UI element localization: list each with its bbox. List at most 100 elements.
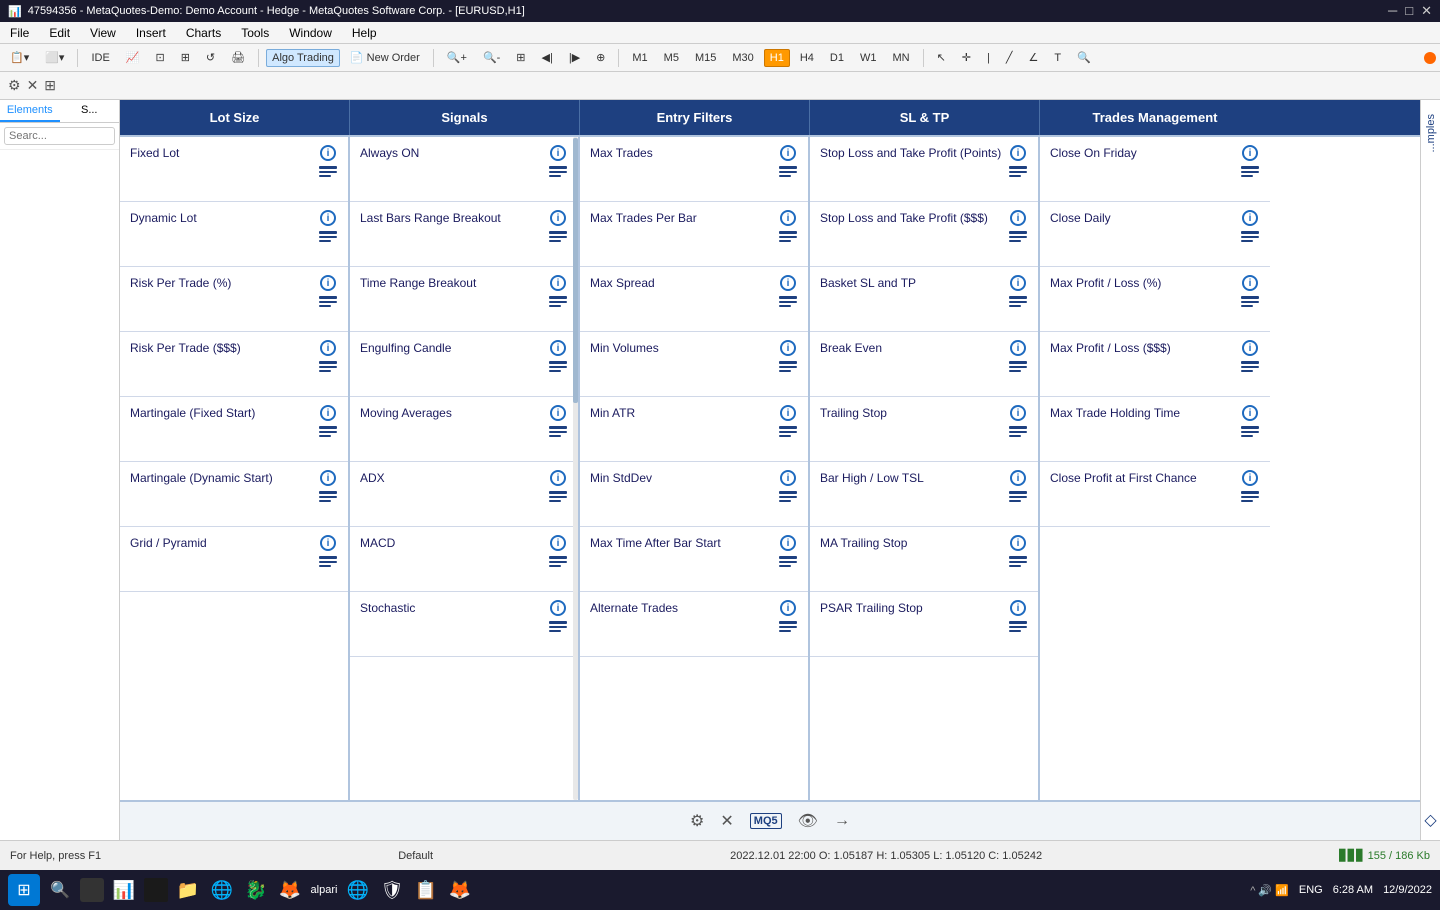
eye-bottom-icon[interactable]: 👁 xyxy=(798,811,818,831)
list-item[interactable]: Last Bars Range Breakout i xyxy=(350,202,578,267)
list-item[interactable]: Time Range Breakout i xyxy=(350,267,578,332)
list-item[interactable]: Risk Per Trade ($$$) i xyxy=(120,332,348,397)
settings-icon[interactable]: ⚙ xyxy=(8,77,21,94)
list-item[interactable]: Max Profit / Loss (%) i xyxy=(1040,267,1270,332)
samples-tab[interactable]: ...mples xyxy=(1423,110,1439,157)
list-item[interactable]: Dynamic Lot i xyxy=(120,202,348,267)
info-icon[interactable]: i xyxy=(550,210,566,226)
info-icon[interactable]: i xyxy=(550,340,566,356)
tab-elements[interactable]: Elements xyxy=(0,100,60,122)
info-icon[interactable]: i xyxy=(1242,275,1258,291)
info-icon[interactable]: i xyxy=(1242,470,1258,486)
info-icon[interactable]: i xyxy=(780,340,796,356)
list-item[interactable]: MA Trailing Stop i xyxy=(810,527,1038,592)
grid-btn[interactable]: ⊞ xyxy=(510,48,531,67)
list-item[interactable]: Moving Averages i xyxy=(350,397,578,462)
maximize-button[interactable]: □ xyxy=(1405,3,1413,19)
arrow-bottom-icon[interactable]: → xyxy=(834,812,850,830)
window-controls[interactable]: ─ □ ✕ xyxy=(1388,3,1432,19)
scroll-right-btn[interactable]: |▶ xyxy=(563,48,586,67)
tf-m5[interactable]: M5 xyxy=(658,49,685,67)
menu-view[interactable]: View xyxy=(86,24,120,42)
info-icon[interactable]: i xyxy=(1242,145,1258,161)
tf-w1[interactable]: W1 xyxy=(854,49,883,67)
grid2-icon[interactable]: ⊞ xyxy=(44,77,56,94)
zoom-out-btn[interactable]: 🔍- xyxy=(477,48,506,67)
info-icon[interactable]: i xyxy=(550,600,566,616)
info-icon[interactable]: i xyxy=(1242,340,1258,356)
split-icon[interactable]: ✕ xyxy=(27,77,39,94)
tf-m15[interactable]: M15 xyxy=(689,49,722,67)
info-icon[interactable]: i xyxy=(550,405,566,421)
split-bottom-icon[interactable]: ✕ xyxy=(720,811,733,831)
tf-h1[interactable]: H1 xyxy=(764,49,790,67)
list-item[interactable]: Close Daily i xyxy=(1040,202,1270,267)
angle-btn[interactable]: ∠ xyxy=(1022,48,1044,67)
menu-file[interactable]: File xyxy=(6,24,33,42)
list-item[interactable]: ADX i xyxy=(350,462,578,527)
info-icon[interactable]: i xyxy=(1010,210,1026,226)
refresh-btn[interactable]: ↺ xyxy=(200,48,221,67)
terminal-taskbar[interactable] xyxy=(144,878,168,902)
list-item[interactable]: Close On Friday i xyxy=(1040,137,1270,202)
list-item[interactable]: Min StdDev i xyxy=(580,462,808,527)
tf-m30[interactable]: M30 xyxy=(726,49,759,67)
info-icon[interactable]: i xyxy=(320,275,336,291)
search-input[interactable] xyxy=(4,127,115,145)
menu-tools[interactable]: Tools xyxy=(237,24,273,42)
info-icon[interactable]: i xyxy=(1010,340,1026,356)
list-item[interactable]: Min ATR i xyxy=(580,397,808,462)
list-item[interactable]: Martingale (Fixed Start) i xyxy=(120,397,348,462)
info-icon[interactable]: i xyxy=(550,145,566,161)
tf-m1[interactable]: M1 xyxy=(626,49,653,67)
tf-h4[interactable]: H4 xyxy=(794,49,820,67)
info-icon[interactable]: i xyxy=(320,470,336,486)
list-item[interactable]: MACD i xyxy=(350,527,578,592)
list-item[interactable]: Fixed Lot i xyxy=(120,137,348,202)
info-icon[interactable]: i xyxy=(1010,535,1026,551)
tf-d1[interactable]: D1 xyxy=(824,49,850,67)
info-icon[interactable]: i xyxy=(1010,470,1026,486)
info-icon[interactable]: i xyxy=(320,405,336,421)
menu-help[interactable]: Help xyxy=(348,24,381,42)
list-item[interactable]: PSAR Trailing Stop i xyxy=(810,592,1038,657)
new-chart-btn[interactable]: 📋▾ xyxy=(4,48,35,67)
list-item[interactable]: Close Profit at First Chance i xyxy=(1040,462,1270,527)
list-item[interactable]: Bar High / Low TSL i xyxy=(810,462,1038,527)
info-icon[interactable]: i xyxy=(780,210,796,226)
list-item[interactable]: Grid / Pyramid i xyxy=(120,527,348,592)
menu-insert[interactable]: Insert xyxy=(132,24,170,42)
settings-bottom-icon[interactable]: ⚙ xyxy=(690,811,704,831)
info-icon[interactable]: i xyxy=(780,470,796,486)
start-button[interactable]: ⊞ xyxy=(8,874,40,906)
cursor-btn[interactable]: ↖ xyxy=(931,48,952,67)
list-item[interactable]: Max Profit / Loss ($$$) i xyxy=(1040,332,1270,397)
info-icon[interactable]: i xyxy=(320,340,336,356)
info-icon[interactable]: i xyxy=(1010,145,1026,161)
list-item[interactable]: Min Volumes i xyxy=(580,332,808,397)
info-icon[interactable]: i xyxy=(550,275,566,291)
list-item[interactable]: Basket SL and TP i xyxy=(810,267,1038,332)
print-btn[interactable]: 🖨 xyxy=(225,48,251,67)
list-item[interactable]: Stop Loss and Take Profit (Points) i xyxy=(810,137,1038,202)
scroll-left-btn[interactable]: ◀| xyxy=(536,48,559,67)
list-item[interactable]: Max Trade Holding Time i xyxy=(1040,397,1270,462)
menu-window[interactable]: Window xyxy=(285,24,336,42)
minimize-button[interactable]: ─ xyxy=(1388,3,1397,19)
list-item[interactable]: Max Spread i xyxy=(580,267,808,332)
info-icon[interactable]: i xyxy=(780,600,796,616)
diamond-icon[interactable]: ◇ xyxy=(1424,810,1436,830)
zoom-in-btn[interactable]: 🔍+ xyxy=(441,48,473,67)
taskview-icon[interactable] xyxy=(80,878,104,902)
info-icon[interactable]: i xyxy=(550,470,566,486)
info-icon[interactable]: i xyxy=(320,145,336,161)
info-icon[interactable]: i xyxy=(1010,275,1026,291)
info-icon[interactable]: i xyxy=(320,535,336,551)
crosshair2-btn[interactable]: ✛ xyxy=(956,48,977,67)
list-item[interactable]: Martingale (Dynamic Start) i xyxy=(120,462,348,527)
list-item[interactable]: Max Trades Per Bar i xyxy=(580,202,808,267)
info-icon[interactable]: i xyxy=(780,145,796,161)
list-item[interactable]: Always ON i xyxy=(350,137,578,202)
text-btn[interactable]: T xyxy=(1048,49,1067,67)
info-icon[interactable]: i xyxy=(1242,210,1258,226)
